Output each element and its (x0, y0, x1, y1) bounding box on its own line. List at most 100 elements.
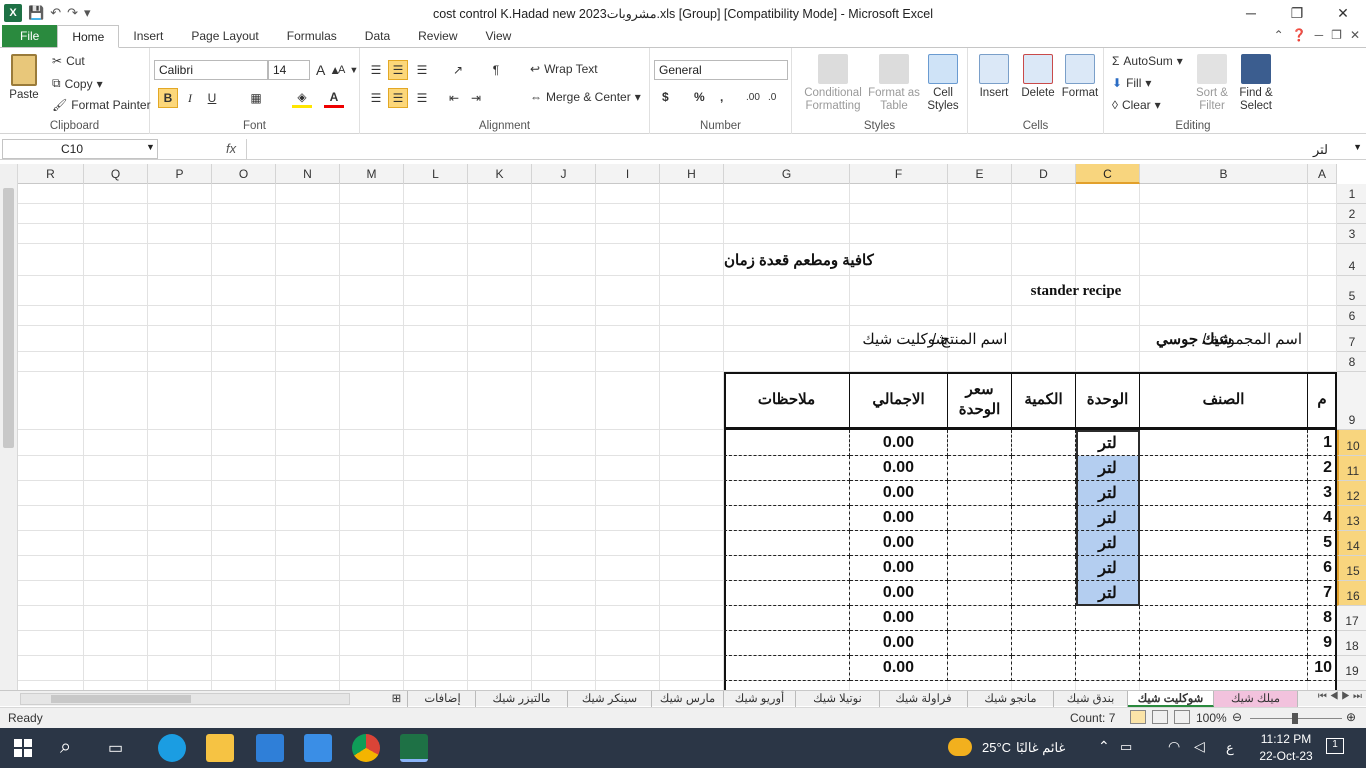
total-cell[interactable]: 0.00 (850, 556, 948, 581)
table-cell[interactable] (1012, 481, 1076, 506)
unit-cell[interactable]: لتر (1076, 456, 1140, 481)
orientation-button[interactable]: ↗ (448, 60, 468, 80)
table-cell[interactable] (724, 481, 850, 506)
page-layout-view-icon[interactable] (1152, 710, 1168, 724)
table-cell[interactable] (1140, 531, 1308, 556)
fill-button[interactable]: ⬇ Fill ▾ (1112, 76, 1151, 90)
tab-insert[interactable]: Insert (119, 25, 177, 47)
increase-decimal-button[interactable]: .00 (746, 92, 760, 103)
table-cell[interactable] (948, 656, 1012, 681)
row-header-7[interactable]: 7 (1337, 326, 1366, 352)
row-number-cell[interactable]: 5 (1308, 531, 1337, 556)
align-middle-button[interactable]: ☰ (388, 60, 408, 80)
insert-function-icon[interactable]: fx (226, 141, 236, 156)
volume-icon[interactable]: ◁ (1194, 738, 1205, 755)
comma-button[interactable]: , (720, 90, 723, 104)
table-cell[interactable] (948, 606, 1012, 631)
row-header-1[interactable]: 1 (1337, 184, 1366, 204)
row-number-cell[interactable]: 8 (1308, 606, 1337, 631)
decrease-indent-button[interactable]: ⇤ (444, 88, 464, 108)
row-header-8[interactable]: 8 (1337, 352, 1366, 372)
clear-button[interactable]: ◊ Clear ▾ (1112, 98, 1161, 112)
table-cell[interactable] (1012, 631, 1076, 656)
name-box[interactable]: C10 (2, 139, 158, 159)
column-header-A[interactable]: A (1308, 164, 1337, 184)
name-box-dropdown-icon[interactable]: ▼ (146, 142, 155, 152)
unit-cell[interactable] (1076, 631, 1140, 656)
currency-button[interactable]: $ (662, 90, 669, 104)
sheet-tab[interactable]: سينكر شيك (568, 691, 652, 707)
column-header-Q[interactable]: Q (84, 164, 148, 184)
unit-cell[interactable] (1076, 656, 1140, 681)
column-header-M[interactable]: M (340, 164, 404, 184)
total-cell[interactable]: 0.00 (850, 581, 948, 606)
horizontal-scroll-thumb[interactable] (51, 695, 191, 703)
table-cell[interactable] (724, 656, 850, 681)
table-cell[interactable] (1140, 656, 1308, 681)
unit-cell[interactable]: لتر (1076, 481, 1140, 506)
sheet-tab[interactable]: أوريو شيك (724, 691, 796, 707)
total-cell[interactable]: 0.00 (850, 430, 948, 456)
format-cells-button[interactable]: Format (1058, 54, 1102, 100)
row-number-cell[interactable]: 9 (1308, 631, 1337, 656)
edge-icon[interactable] (158, 734, 186, 762)
normal-view-icon[interactable] (1130, 710, 1146, 724)
table-cell[interactable] (724, 430, 850, 456)
clock-date[interactable]: 22-Oct-23 (1254, 749, 1318, 763)
vertical-scrollbar[interactable] (0, 164, 18, 690)
format-painter-button[interactable]: 🖌 Format Painter (52, 98, 151, 112)
row-header-9[interactable]: 9 (1337, 372, 1366, 430)
column-header-O[interactable]: O (212, 164, 276, 184)
tab-formulas[interactable]: Formulas (273, 25, 351, 47)
workbook-minimize-icon[interactable]: ─ (1315, 28, 1324, 42)
column-header-K[interactable]: K (468, 164, 532, 184)
close-button[interactable]: ✕ (1320, 0, 1366, 26)
column-header-B[interactable]: B (1140, 164, 1308, 184)
chrome-icon[interactable] (352, 734, 380, 762)
row-header-10[interactable]: 10 (1337, 430, 1366, 456)
table-cell[interactable] (948, 581, 1012, 606)
font-size-select[interactable]: 14 (268, 60, 310, 80)
table-cell[interactable] (1012, 606, 1076, 631)
unit-cell[interactable]: لتر (1076, 531, 1140, 556)
table-cell[interactable] (724, 456, 850, 481)
table-cell[interactable] (1140, 456, 1308, 481)
weather-icon[interactable] (948, 738, 972, 756)
row-header-15[interactable]: 15 (1337, 556, 1366, 581)
increase-indent-button[interactable]: ⇥ (466, 88, 486, 108)
minimize-ribbon-icon[interactable]: ⌃ (1274, 28, 1284, 42)
total-cell[interactable]: 0.00 (850, 456, 948, 481)
sheet-tab[interactable]: إضافات (410, 691, 476, 707)
sheet-tab[interactable]: مارس شيك (652, 691, 724, 707)
table-cell[interactable] (948, 531, 1012, 556)
font-color-button[interactable]: A (324, 88, 344, 108)
battery-icon[interactable]: ▭ (1120, 739, 1132, 755)
help-icon[interactable]: ❓ (1292, 28, 1307, 42)
table-cell[interactable] (1012, 656, 1076, 681)
search-icon[interactable]: ⌕ (60, 736, 71, 759)
align-right-button[interactable]: ☰ (412, 88, 432, 108)
table-cell[interactable] (1140, 481, 1308, 506)
table-cell[interactable] (948, 506, 1012, 531)
sheet-tab[interactable]: شوكليت شيك (1128, 691, 1214, 707)
column-header-E[interactable]: E (948, 164, 1012, 184)
workbook-close-icon[interactable]: ✕ (1350, 28, 1360, 42)
table-cell[interactable] (948, 481, 1012, 506)
tab-review[interactable]: Review (404, 25, 471, 47)
table-cell[interactable] (1140, 581, 1308, 606)
total-cell[interactable]: 0.00 (850, 606, 948, 631)
total-cell[interactable]: 0.00 (850, 481, 948, 506)
notifications-icon[interactable]: 1 (1326, 738, 1344, 754)
column-header-H[interactable]: H (660, 164, 724, 184)
mail-icon[interactable] (256, 734, 284, 762)
decrease-decimal-button[interactable]: .0 (768, 92, 776, 103)
row-header-19[interactable]: 19 (1337, 656, 1366, 681)
cell-styles-button[interactable]: Cell Styles (920, 54, 966, 113)
column-header-P[interactable]: P (148, 164, 212, 184)
insert-sheet-icon[interactable]: ⊞ (386, 691, 408, 707)
row-header-4[interactable]: 4 (1337, 244, 1366, 276)
sheet-tab[interactable]: فراولة شيك (880, 691, 968, 707)
table-cell[interactable] (1140, 631, 1308, 656)
zoom-slider-thumb[interactable] (1292, 713, 1298, 724)
restore-button[interactable]: ❐ (1274, 0, 1320, 26)
